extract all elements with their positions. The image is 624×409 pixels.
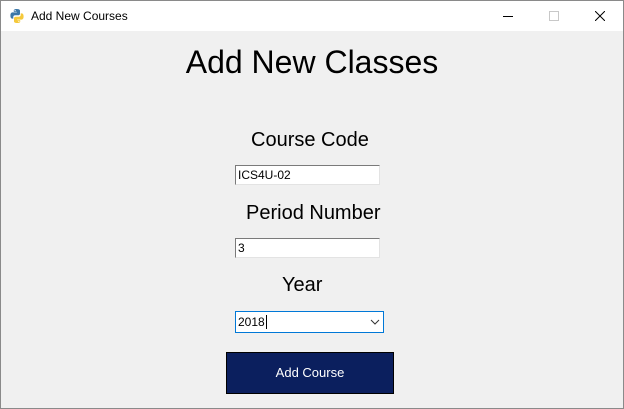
- course-code-label: Course Code: [251, 129, 369, 151]
- close-icon: [595, 11, 605, 21]
- close-button[interactable]: [577, 1, 623, 31]
- maximize-icon: [549, 11, 559, 21]
- window-title: Add New Courses: [31, 9, 128, 23]
- year-select[interactable]: 2018: [235, 311, 384, 333]
- python-icon: [10, 9, 24, 23]
- maximize-button[interactable]: [531, 1, 577, 31]
- add-course-button[interactable]: Add Course: [226, 352, 394, 394]
- year-selected-value: 2018: [238, 315, 265, 329]
- minimize-icon: [503, 16, 513, 17]
- page-title: Add New Classes: [185, 44, 439, 80]
- app-window: Add New Courses Add New Classes Course C…: [0, 0, 624, 409]
- period-number-label: Period Number: [246, 202, 381, 224]
- text-caret: [266, 315, 267, 329]
- chevron-down-icon[interactable]: [370, 318, 380, 326]
- title-bar[interactable]: Add New Courses: [1, 1, 623, 31]
- period-number-input[interactable]: [235, 238, 380, 258]
- year-label: Year: [282, 274, 323, 296]
- minimize-button[interactable]: [485, 1, 531, 31]
- course-code-input[interactable]: [235, 165, 380, 185]
